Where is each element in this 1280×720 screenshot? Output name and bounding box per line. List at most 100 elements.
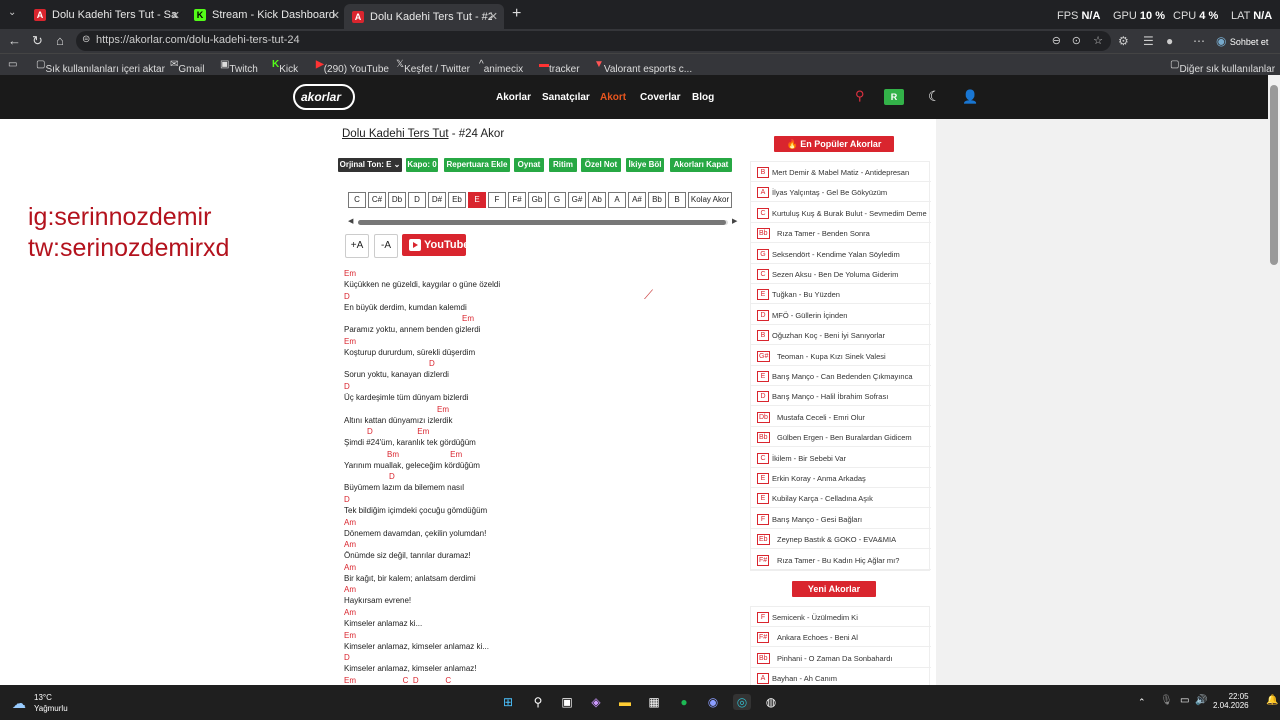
nav-sanatcilar[interactable]: Sanatçılar [542,92,590,103]
browser-tab-3-active[interactable]: A Dolu Kadehi Ters Tut - #24 - Akor ✕ [344,4,504,29]
chord-line[interactable]: Em C D C [344,676,451,685]
chord-line[interactable]: Am [344,540,356,549]
other-bookmarks[interactable]: ▢ Diğer sık kullanılanlar [1170,59,1275,75]
key-button-csharp[interactable]: C# [368,192,386,208]
browser-tab-2[interactable]: K Stream - Kick Dashboard ✕ [186,4,346,26]
profile-icon[interactable]: ● [1166,34,1173,48]
extensions-icon[interactable]: ⚙ [1118,34,1129,48]
favorite-star-icon[interactable]: ☆ [1093,34,1103,47]
mic-icon[interactable]: 🎙 [1160,695,1173,706]
search-icon[interactable]: ⚲ [855,88,865,104]
key-button-fsharp[interactable]: F# [508,192,526,208]
page-scroll-thumb[interactable] [1270,85,1278,265]
copilot-taskbar-icon[interactable]: ◈ [587,694,605,710]
key-row-scrollbar[interactable]: ◀ ▶ [348,218,740,226]
bookmark-twitter[interactable]: 𝕏 Keşfet / Twitter [396,59,470,75]
chord-list-item[interactable]: Bb Gülben Ergen - Ben Buralardan Gidicem [751,427,931,448]
nav-akort[interactable]: Akort [600,92,626,103]
edge-icon[interactable]: ◎ [733,694,751,710]
chord-list-item[interactable]: E Kubilay Karça - Celladına Aşık [751,488,931,509]
chord-line[interactable]: D [344,382,350,391]
scroll-thumb[interactable] [358,220,726,225]
start-icon[interactable]: ⊞ [499,694,517,710]
chord-list-item[interactable]: E Barış Manço - Can Bedenden Çıkmayınca [751,366,931,386]
chord-line[interactable]: Am [344,563,356,572]
bookmark-twitch[interactable]: ▣ Twitch [220,59,258,75]
refresh-icon[interactable]: ↻ [32,33,43,49]
home-icon[interactable]: ⌂ [56,33,64,48]
chord-line[interactable]: D [389,472,395,481]
chord-line[interactable]: Em [344,337,356,346]
youtube-button[interactable]: YouTube [402,234,469,256]
discord-icon[interactable]: ◉ [704,694,722,710]
tray-chevron-icon[interactable]: ⌃ [1138,697,1146,708]
chord-line[interactable]: Bm Em [387,450,462,459]
chord-list-item[interactable]: A İlyas Yalçıntaş - Gel Be Gökyüzüm [751,182,931,203]
chord-line[interactable]: D [344,292,350,301]
chord-line[interactable]: D Em [367,427,429,436]
bookmark-import[interactable]: ▢ Sık kullanılanları içeri aktar [36,59,165,75]
app-icon[interactable]: ◍ [762,694,780,710]
nav-coverlar[interactable]: Coverlar [640,92,681,103]
capo-button[interactable]: Kapo: 0 [406,158,438,172]
chord-list-item[interactable]: F Semicenk - Üzülmedim Ki [751,607,931,627]
chord-list-item[interactable]: G# Teoman - Kupa Kızı Sinek Valesi [751,346,931,366]
chord-line[interactable]: Em [462,314,474,323]
scroll-right-icon[interactable]: ▶ [732,217,737,225]
clock[interactable]: 22:05 2.04.2026 [1213,692,1249,710]
chord-list-item[interactable]: B Mert Demir & Mabel Matiz - Antidepresan [751,162,931,182]
font-increase-button[interactable]: +A [345,234,369,258]
scroll-left-icon[interactable]: ◀ [348,217,353,225]
chord-list-item[interactable]: E Tuğkan - Bu Yüzden [751,284,931,305]
chord-list-item[interactable]: C Kurtuluş Kuş & Burak Bulut - Sevmedim D… [751,203,931,223]
chord-list-item[interactable]: F# Rıza Tamer - Bu Kadın Hiç Ağlar mı? [751,550,931,570]
tab-list-chevron-icon[interactable]: ⌄ [8,7,16,18]
chord-list-item[interactable]: G Seksendört - Kendime Yalan Söyledim [751,244,931,264]
chord-list-item[interactable]: E Erkin Koray - Anma Arkadaş [751,468,931,488]
store-icon[interactable]: ▦ [645,694,663,710]
key-button-a[interactable]: A [608,192,626,208]
more-menu-icon[interactable]: ⋯ [1193,34,1205,48]
key-button-b[interactable]: B [668,192,686,208]
back-icon[interactable]: ← [8,33,21,48]
nav-blog[interactable]: Blog [692,92,714,103]
key-button-bb[interactable]: Bb [648,192,666,208]
chord-line[interactable]: D [344,653,350,662]
tab-close-icon[interactable]: ✕ [171,9,180,22]
search-taskbar-icon[interactable]: ⚲ [529,694,547,710]
chord-list-item[interactable]: A Bayhan - Ah Canım [751,668,931,685]
page-scrollbar[interactable] [1268,75,1280,685]
key-button-eb[interactable]: Eb [448,192,466,208]
bookmark-youtube[interactable]: ▶ (290) YouTube [316,59,389,75]
key-button-ab[interactable]: Ab [588,192,606,208]
user-icon[interactable]: 👤 [962,89,978,105]
chord-line[interactable]: Am [344,518,356,527]
chord-list-item[interactable]: D MFÖ - Güllerin İçinden [751,305,931,325]
tab-close-icon[interactable]: ✕ [489,10,498,23]
chord-line[interactable]: Em [344,631,356,640]
chord-list-item[interactable]: F# Ankara Echoes - Beni Al [751,627,931,648]
chord-line[interactable]: Am [344,608,356,617]
bookmark-kick[interactable]: K Kick [272,59,298,75]
key-button-d[interactable]: D [408,192,426,208]
dark-mode-icon[interactable]: ☾ [928,88,941,105]
tab-close-icon[interactable]: ✕ [331,9,340,22]
bookmark-tracker[interactable]: ▬ tracker [539,59,580,75]
chord-list-item[interactable]: D Barış Manço - Halil İbrahim Sofrası [751,386,931,407]
chord-list-item[interactable]: F Barış Manço - Gesi Bağları [751,509,931,529]
chord-list-item[interactable]: Eb Zeynep Bastık & GOKO - EVA&MIA [751,529,931,550]
spotify-icon[interactable]: ● [675,694,693,710]
browser-tab-1[interactable]: A Dolu Kadehi Ters Tut - Sahte Duala ✕ [26,4,186,26]
add-repertoire-button[interactable]: Repertuara Ekle [444,158,510,172]
key-button-gb[interactable]: Gb [528,192,546,208]
hide-chords-button[interactable]: Akorları Kapat [670,158,732,172]
file-explorer-icon[interactable]: ▬ [616,694,634,710]
bookmark-animecix[interactable]: ^ animecix [479,59,523,75]
bookmark-gmail[interactable]: ✉ Gmail [170,59,205,75]
key-button-asharp[interactable]: A# [628,192,646,208]
chord-list-item[interactable]: B Oğuzhan Koç - Beni İyi Sanıyorlar [751,325,931,346]
network-icon[interactable]: ▭ [1180,695,1189,706]
new-tab-icon[interactable]: + [512,5,521,23]
original-key-select[interactable]: Orjinal Ton: E ⌄ [338,158,402,172]
chord-list-item[interactable]: Db Mustafa Ceceli - Emri Olur [751,407,931,427]
